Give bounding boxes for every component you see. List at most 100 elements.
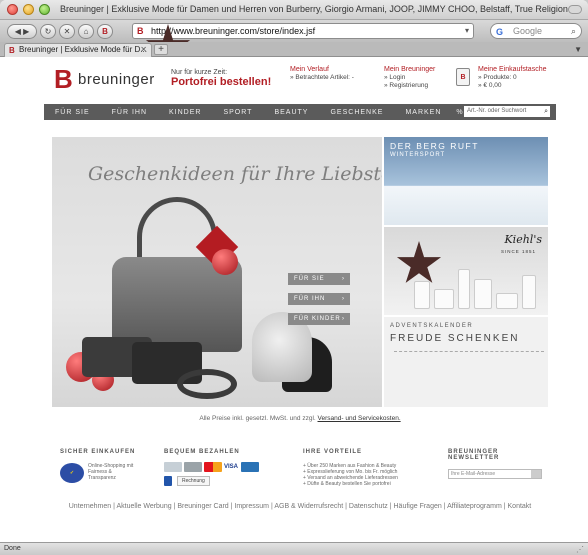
- cta-label: FÜR KINDER: [294, 316, 341, 322]
- window-controls: [7, 4, 50, 15]
- site-identity-button[interactable]: B: [97, 23, 113, 39]
- shipping-costs-link[interactable]: Versand- und Servicekosten.: [318, 415, 401, 422]
- product-bottle: [414, 281, 430, 309]
- kiehls-banner[interactable]: Kiehl's SINCE 1851: [384, 227, 548, 315]
- footer-info: SICHER EINKAUFEN ✓ Online-Shopping mit F…: [60, 449, 550, 509]
- cta-label: FÜR SIE: [294, 276, 325, 282]
- wintersport-title: DER BERG RUFT: [390, 141, 479, 151]
- payment-title: BEQUEM BEZAHLEN: [164, 449, 240, 455]
- newsletter-col: BREUNINGER NEWSLETTER Ihre E-Mail-Adress…: [448, 449, 550, 479]
- wintersport-banner[interactable]: DER BERG RUFT WINTERSPORT: [384, 137, 548, 225]
- nav-sale[interactable]: %: [456, 109, 463, 116]
- secure-shopping-body: ✓ Online-Shopping mit Fairness & Transpa…: [60, 463, 138, 483]
- nav-fuer-ihn[interactable]: FÜR IHN: [112, 109, 147, 116]
- hero-banner[interactable]: Geschenkideen für Ihre Liebsten FÜR SIE ›…: [52, 137, 382, 407]
- url-text: http://www.breuninger.com/store/index.js…: [151, 26, 316, 36]
- viewed-items-link[interactable]: » Betrachtete Artikel: -: [290, 74, 354, 82]
- page-viewport: B breuninger Nur für kurze Zeit: Portofr…: [0, 57, 588, 542]
- site-search-input[interactable]: Art.-Nr. oder Suchwort ⌕: [464, 106, 550, 117]
- cta-fuer-sie[interactable]: FÜR SIE ›: [288, 273, 350, 285]
- payment-icons: VISA: [164, 462, 261, 472]
- reload-icon: ↻: [44, 26, 52, 36]
- kiehls-logo: Kiehl's: [504, 233, 542, 246]
- window-title: Breuninger | Exklusive Mode für Damen un…: [60, 4, 568, 14]
- invoice-row: Rechnung: [164, 476, 261, 486]
- invoice-label: Rechnung: [177, 476, 210, 486]
- secure-shopping-col: SICHER EINKAUFEN ✓ Online-Shopping mit F…: [60, 449, 138, 483]
- site-search-icon[interactable]: ⌕: [544, 106, 548, 117]
- visa-icon: VISA: [224, 464, 239, 470]
- forward-icon: ▶: [23, 26, 30, 36]
- cta-fuer-kinder[interactable]: FÜR KINDER ›: [288, 313, 350, 325]
- tab-favicon-icon: B: [9, 46, 15, 55]
- product-bottle: [434, 289, 454, 309]
- payment-col: BEQUEM BEZAHLEN VISA Rechnung: [164, 449, 261, 486]
- card-icon: [164, 462, 182, 472]
- ornament-ball: [212, 249, 238, 275]
- status-bar: Done ⋰: [0, 542, 588, 555]
- benefit-item: + Düfte & Beauty bestellen Sie portofrei: [303, 481, 391, 487]
- newsletter-submit-button[interactable]: [531, 470, 541, 478]
- account-title[interactable]: Mein Breuninger: [384, 66, 435, 74]
- sketch-illustration: [394, 351, 544, 403]
- register-link[interactable]: » Registrierung: [384, 82, 435, 90]
- toolbar-toggle-button[interactable]: [568, 5, 582, 14]
- tab-label: Breuninger | Exklusive Mode für D...: [19, 45, 147, 54]
- nav-sport[interactable]: SPORT: [223, 109, 252, 116]
- card-icon: [184, 462, 202, 472]
- browser-window: Breuninger | Exklusive Mode für Damen un…: [0, 0, 588, 555]
- advent-title: ADVENTSKALENDER: [390, 323, 474, 329]
- web-search-input[interactable]: G Google ⌕: [490, 23, 582, 39]
- zoom-window-button[interactable]: [39, 4, 50, 15]
- search-icon[interactable]: ⌕: [571, 24, 576, 38]
- home-button[interactable]: ⌂: [78, 23, 94, 39]
- tab-close-icon[interactable]: ✕: [140, 44, 147, 56]
- cart-title[interactable]: Meine Einkaufstasche: [478, 66, 546, 74]
- back-forward-button[interactable]: ◀ ▶: [7, 23, 37, 39]
- tab-list-icon[interactable]: ▼: [574, 45, 582, 54]
- reload-button[interactable]: ↻: [40, 23, 56, 39]
- resize-grip-icon[interactable]: ⋰: [576, 544, 584, 555]
- breuninger-logo-icon: B: [54, 64, 73, 94]
- newsletter-email-input[interactable]: Ihre E-Mail-Adresse: [448, 469, 542, 479]
- secure-shopping-title: SICHER EINKAUFEN: [60, 449, 136, 455]
- site-search-placeholder: Art.-Nr. oder Suchwort: [467, 108, 527, 114]
- nav-beauty[interactable]: BEAUTY: [274, 109, 308, 116]
- footer-links[interactable]: Unternehmen | Aktuelle Werbung | Breunin…: [44, 503, 556, 510]
- nav-marken[interactable]: MARKEN: [405, 109, 441, 116]
- nav-kinder[interactable]: KINDER: [169, 109, 201, 116]
- cart-products: » Produkte: 0: [478, 74, 517, 81]
- chevron-right-icon: ›: [342, 316, 345, 322]
- breuninger-logo[interactable]: B breuninger: [54, 66, 155, 92]
- promo-big-text: Portofrei bestellen!: [171, 76, 272, 88]
- disclaimer-text: Alle Preise inkl. gesetzl. MwSt. und zzg…: [199, 415, 316, 422]
- advent-subtitle: FREUDE SCHENKEN: [390, 333, 520, 344]
- promo-banner[interactable]: Nur für kurze Zeit: Portofrei bestellen!: [171, 69, 271, 88]
- nav-geschenke[interactable]: GESCHENKE: [330, 109, 383, 116]
- amex-icon: [241, 462, 260, 472]
- new-tab-button[interactable]: +: [154, 44, 168, 55]
- browser-toolbar: ◀ ▶ ↻ ✕ ⌂ B B http://www.breuninger.com/…: [0, 20, 588, 66]
- invoice-icon: [164, 476, 172, 486]
- url-dropdown-icon[interactable]: ▾: [465, 24, 469, 38]
- nav-fuer-sie[interactable]: FÜR SIE: [55, 109, 90, 116]
- shopping-bag-icon[interactable]: B: [456, 68, 470, 86]
- advent-calendar-banner[interactable]: ADVENTSKALENDER FREUDE SCHENKEN: [384, 317, 548, 407]
- stop-icon: ✕: [63, 26, 71, 36]
- google-engine-icon[interactable]: G: [496, 25, 503, 39]
- minimize-window-button[interactable]: [23, 4, 34, 15]
- product-bottle: [522, 275, 536, 309]
- cta-fuer-ihn[interactable]: FÜR IHN ›: [288, 293, 350, 305]
- login-link[interactable]: » Login: [384, 74, 435, 82]
- close-window-button[interactable]: [7, 4, 18, 15]
- trusted-shop-seal-icon[interactable]: ✓: [60, 463, 84, 483]
- product-bottle: [496, 293, 518, 309]
- tab-breuninger[interactable]: B Breuninger | Exklusive Mode für D... ✕: [4, 43, 152, 57]
- history-title[interactable]: Mein Verlauf: [290, 66, 354, 74]
- url-bar[interactable]: B http://www.breuninger.com/store/index.…: [132, 23, 474, 66]
- stop-button[interactable]: ✕: [59, 23, 75, 39]
- mastercard-icon: [204, 462, 222, 472]
- back-icon: ◀: [14, 26, 21, 36]
- cta-label: FÜR IHN: [294, 296, 326, 302]
- web-search-placeholder: Google: [513, 26, 543, 36]
